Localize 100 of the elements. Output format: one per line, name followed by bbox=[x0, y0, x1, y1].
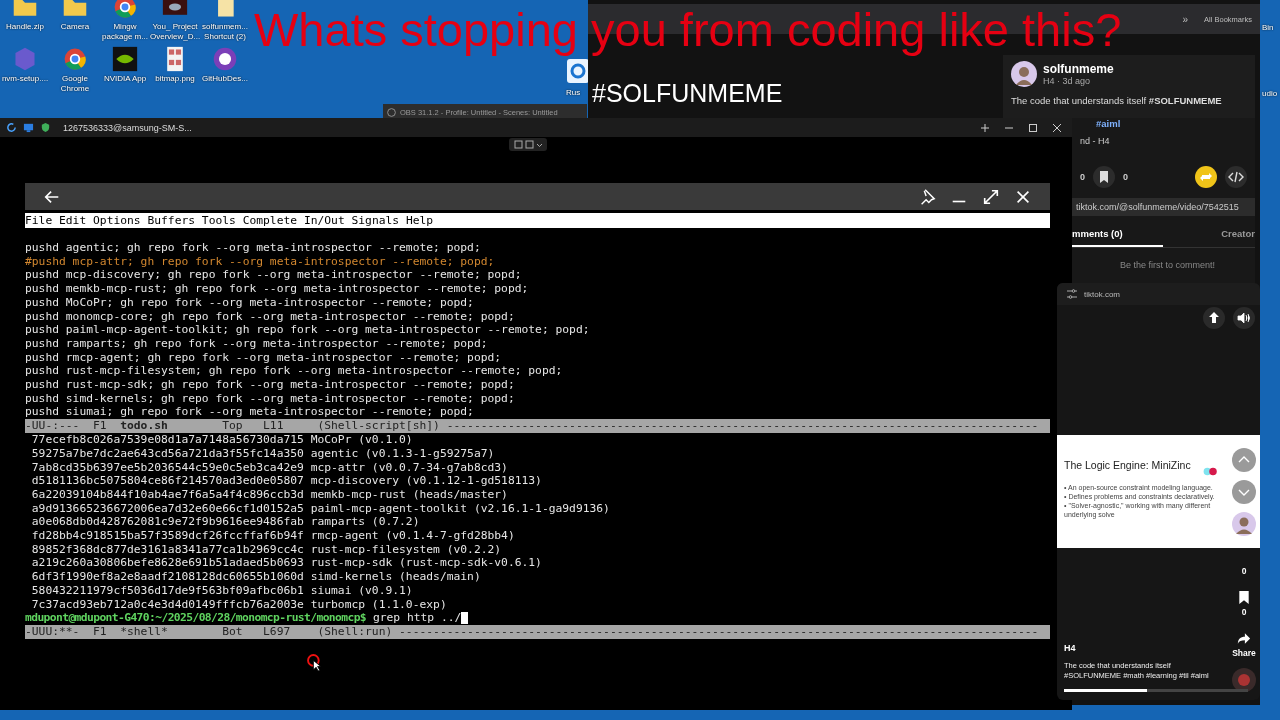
code-line: #pushd mcp-attr; gh repo fork --org meta-introspector --remote; popd; bbox=[25, 254, 496, 269]
menu-item[interactable]: In/Out bbox=[303, 213, 345, 228]
author-name[interactable]: H4 bbox=[1064, 643, 1214, 653]
touch-dots-icon bbox=[1203, 467, 1218, 476]
code-line: pushd agentic; gh repo fork --org meta-introspector --remote; popd; bbox=[25, 241, 482, 255]
monitor-icon[interactable] bbox=[23, 122, 34, 133]
like-count: 0 bbox=[1241, 566, 1247, 576]
text-cursor bbox=[461, 612, 469, 625]
layout-menu-button[interactable] bbox=[509, 138, 547, 151]
round-logo-icon[interactable] bbox=[62, 46, 88, 72]
code-line: pushd MoCoPr; gh repo fork --org meta-introspector --remote; popd; bbox=[25, 295, 475, 310]
repost-button[interactable] bbox=[1195, 166, 1217, 188]
menu-item[interactable]: Options bbox=[93, 213, 141, 228]
shell-prompt: mdupont@mdupont-G470:~/2025/08/28/monomcp-rust/monomcp$ bbox=[25, 611, 367, 625]
window-title: 1267536333@samsung-SM-S... bbox=[63, 122, 192, 133]
output-line: 77ecefb8c026a7539e08d1a7a7148a56730da715 MoCoPr (v0.1.0) bbox=[30, 433, 414, 447]
add-button[interactable] bbox=[980, 122, 990, 133]
code-line: pushd rmcp-agent; gh repo fork --org meta-introspector --remote; popd; bbox=[25, 350, 503, 365]
menu-item[interactable]: Buffers bbox=[147, 213, 196, 228]
desktop-icon-label[interactable]: bitmap.png bbox=[150, 74, 200, 84]
desktop-icon-label[interactable]: NVIDIA App bbox=[100, 74, 150, 84]
sound-label: nd - H4 bbox=[1080, 136, 1111, 146]
share-icon[interactable] bbox=[1237, 631, 1251, 646]
bookmark-count: 0 bbox=[1123, 172, 1129, 182]
code-line: pushd monomcp-core; gh repo fork --org meta-introspector --remote; popd; bbox=[25, 309, 516, 324]
output-line: 580432211979cf5036d17de9f563bf09afbc06b1 siumai (v0.9.1) bbox=[30, 583, 414, 598]
desktop-icon-label[interactable]: solfunmem... Shortcut (2) bbox=[200, 22, 250, 42]
desktop-icon-label[interactable]: GitHubDes... bbox=[200, 74, 250, 84]
overlay-hashtag: #SOLFUNMEME bbox=[592, 79, 783, 108]
music-disc-icon[interactable] bbox=[1232, 668, 1256, 692]
site-label: tiktok.com bbox=[1084, 289, 1120, 299]
desktop-icon-label[interactable]: Camera bbox=[50, 22, 100, 32]
code-line: pushd mcp-discovery; gh repo fork --org meta-introspector --remote; popd; bbox=[25, 268, 523, 283]
site-settings-icon[interactable] bbox=[1066, 289, 1078, 299]
like-count: 0 bbox=[1080, 172, 1085, 182]
output-line: 59275a7be7dc2ae643cd56a721da3f55fc14a350 agentic (v0.1.3-1-g59275a7) bbox=[30, 446, 496, 461]
more-bookmarks-button[interactable]: » bbox=[1182, 13, 1189, 25]
embed-code-button[interactable] bbox=[1225, 166, 1247, 188]
post-caption: The code that understands itself #SOLFUNMEME bbox=[1011, 95, 1223, 106]
output-line: a219c260a30806befe8628e691b51adaed5b0693 rust-mcp-sdk (rust-mcp-sdk-v0.6.1) bbox=[30, 556, 543, 571]
bookmark-count: 0 bbox=[1241, 607, 1247, 617]
bookmark-button[interactable] bbox=[1093, 166, 1115, 188]
code-line: pushd rust-mcp-sdk; gh repo fork --org meta-introspector --remote; popd; bbox=[25, 378, 516, 392]
code-line: pushd ramparts; gh repo fork --org meta-introspector --remote; popd; bbox=[25, 336, 489, 351]
code-line: pushd paiml-mcp-agent-toolkit; gh repo fork --org meta-introspector --remote; popd; bbox=[25, 323, 591, 337]
code-line: pushd memkb-mcp-rust; gh repo fork --org meta-introspector --remote; popd; bbox=[25, 282, 530, 296]
output-line: a0e068db0d428762081c9e72f9b9616ee9486fab ramparts (0.7.2) bbox=[30, 515, 421, 530]
previous-button[interactable] bbox=[1232, 448, 1256, 472]
volume-button[interactable] bbox=[1233, 307, 1255, 329]
menu-item[interactable]: Tools bbox=[201, 213, 236, 228]
output-line: fd28bb4c918515ba57f3589dcf26fccffaf6b94f rmcp-agent (v0.1.4-7-gfd28bb4) bbox=[30, 529, 516, 543]
hashtag-link[interactable]: #aiml bbox=[1096, 118, 1255, 129]
bookmark-icon[interactable] bbox=[1237, 590, 1251, 605]
output-line: 6a22039104b844f10ab4ae7f6a5a4f4c896ccb3d memkb-mcp-rust (heads/master) bbox=[30, 487, 509, 502]
comments-tab[interactable]: Creator bbox=[1221, 228, 1255, 247]
menu-item[interactable]: Complete bbox=[242, 213, 298, 228]
menu-item[interactable]: Edit bbox=[59, 213, 87, 228]
post-meta: H4 · 3d ago bbox=[1043, 76, 1092, 86]
desktop-icon-label[interactable]: Handle.zip bbox=[0, 22, 50, 32]
desktop-icon-label[interactable]: udio bbox=[1262, 89, 1278, 98]
menu-item[interactable]: Help bbox=[405, 213, 434, 228]
close-button[interactable] bbox=[1052, 122, 1062, 133]
output-line: 7c37acd93eb712a0c4e3d4d0149fffcb76a2003e turbomcp (1.1.0-exp) bbox=[30, 597, 448, 612]
progress-bar[interactable] bbox=[1064, 689, 1248, 692]
code-line: pushd rust-mcp-filesystem; gh repo fork --org meta-introspector --remote; popd; bbox=[25, 364, 564, 379]
output-line: d5181136bc5075804ce86f214570ad3ed0e05807 mcp-discovery (v0.1.12-1-gd518113) bbox=[30, 474, 543, 488]
next-button[interactable] bbox=[1232, 480, 1256, 504]
desktop-icon-label[interactable]: Bin bbox=[1262, 23, 1274, 32]
command-input[interactable]: grep http ../ bbox=[366, 611, 462, 625]
empty-comments-message: Be the first to comment! bbox=[1119, 260, 1215, 270]
output-line: 89852f368dc877de3161a8341a77ca1b2969cc4c rust-mcp-filesystem (v0.2.2) bbox=[30, 542, 503, 557]
desktop-icon-label[interactable]: Mingw package m... bbox=[100, 22, 150, 42]
shield-icon[interactable] bbox=[40, 122, 51, 133]
slide-title: The Logic Engine: MiniZinc bbox=[1064, 459, 1192, 471]
code-line: pushd siumai; gh repo fork --org meta-introspector --remote; popd; bbox=[25, 405, 475, 420]
url-field[interactable]: tiktok.com/@solfunmeme/video/7542515 bbox=[1072, 198, 1255, 216]
desktop-icon-label[interactable]: You_ Project Overview_D... bbox=[150, 22, 200, 42]
desktop-icon-label[interactable]: Rus bbox=[566, 88, 581, 97]
expand-icon[interactable] bbox=[982, 187, 1000, 206]
maximize-button[interactable] bbox=[1028, 122, 1038, 133]
menu-item[interactable]: File bbox=[25, 213, 53, 228]
output-line: 7ab8cd35b6397ee5b2036544c59e0c5eb3ca42e9 mcp-attr (v0.0.7-34-g7ab8cd3) bbox=[30, 460, 509, 475]
desktop-icon-label[interactable]: Google Chrome bbox=[50, 74, 100, 94]
author-name[interactable]: solfunmeme bbox=[1043, 62, 1114, 76]
avatar-icon[interactable] bbox=[1232, 512, 1256, 536]
avatar-icon[interactable] bbox=[1011, 61, 1037, 87]
mouse-cursor-icon bbox=[307, 654, 324, 671]
pin-icon[interactable] bbox=[918, 187, 936, 206]
menu-item[interactable]: Signals bbox=[351, 213, 400, 228]
back-to-tab-button[interactable] bbox=[1203, 307, 1225, 329]
code-line: pushd simd-kernels; gh repo fork --org meta-introspector --remote; popd; bbox=[25, 391, 516, 406]
round-logo-icon[interactable] bbox=[112, 0, 138, 20]
share-label[interactable]: Share bbox=[1232, 648, 1256, 658]
desktop-icon-label[interactable]: nvm-setup.... bbox=[0, 74, 50, 84]
app-logo-icon bbox=[387, 107, 396, 117]
output-line: a9d913665236672006ea7d32e60e66cf1d0152a5 paiml-mcp-agent-toolkit (v2.16.1-1-ga9d9136) bbox=[30, 501, 611, 516]
refresh-icon[interactable] bbox=[6, 122, 17, 133]
eye-logo-icon[interactable] bbox=[112, 46, 138, 72]
app-icon[interactable] bbox=[566, 58, 590, 84]
app-logo-icon[interactable] bbox=[212, 46, 238, 72]
